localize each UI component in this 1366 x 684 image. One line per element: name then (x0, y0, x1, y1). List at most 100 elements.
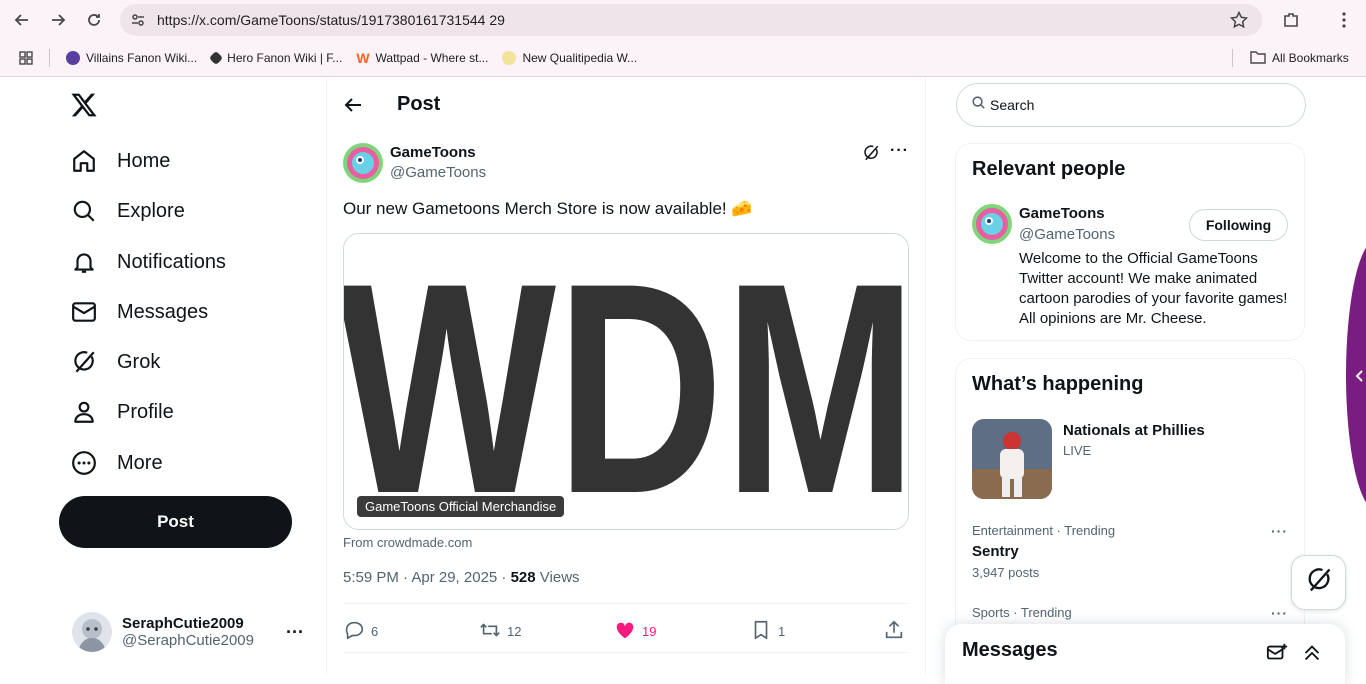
bookmark-item-villains[interactable]: Villains Fanon Wiki... (66, 51, 197, 65)
nav-more[interactable]: More (70, 443, 163, 483)
reply-count: 6 (371, 623, 379, 639)
nav-profile[interactable]: Profile (70, 392, 174, 432)
grok-explain-icon[interactable] (862, 144, 880, 167)
main-column: Post GameToons @GameToons ··· Our new Ga… (327, 78, 925, 674)
nav-notifications[interactable]: Notifications (70, 242, 226, 282)
all-bookmarks[interactable]: All Bookmarks (1250, 50, 1349, 67)
search-input[interactable]: Search (956, 83, 1306, 127)
tweet-actions: 6 12 19 1 (343, 611, 909, 651)
back-icon[interactable] (4, 2, 40, 38)
nav-messages[interactable]: Messages (70, 292, 208, 332)
card-image: WDM (344, 234, 909, 530)
card-title-label: GameToons Official Merchandise (357, 496, 565, 517)
page-title: Post (397, 93, 441, 115)
back-arrow-icon[interactable] (343, 95, 363, 120)
messages-drawer-title: Messages (962, 639, 1058, 661)
search-placeholder: Search (990, 97, 1035, 113)
nav-label: Profile (117, 400, 174, 423)
reload-icon[interactable] (76, 2, 112, 38)
post-button[interactable]: Post (59, 496, 292, 548)
tweet-text: Our new Gametoons Merch Store is now ava… (343, 199, 753, 218)
trend-live-badge: LIVE (1063, 443, 1092, 458)
bookmark-item-qualitipedia[interactable]: New Qualitipedia W... (502, 51, 637, 65)
tweet-timestamp[interactable]: 5:59 PM · Apr 29, 2025 · (343, 569, 511, 586)
grok-icon (70, 348, 98, 376)
like-button[interactable]: 19 (614, 619, 656, 644)
left-navigation: Home Explore Notifications Messages Grok… (0, 78, 326, 674)
tweet-author-name[interactable]: GameToons (390, 144, 476, 161)
account-switcher[interactable]: SeraphCutie2009 @SeraphCutie2009 ··· (72, 610, 312, 654)
nav-label: Home (117, 149, 171, 172)
link-card[interactable]: WDM GameToons Official Merchandise (343, 233, 909, 530)
url-text: https://x.com/GameToons/status/191738016… (157, 12, 505, 28)
bookmark-item-wattpad[interactable]: W Wattpad - Where st... (356, 50, 488, 66)
person-handle[interactable]: @GameToons (1019, 226, 1115, 243)
repost-count: 12 (507, 623, 522, 639)
like-count: 19 (642, 623, 657, 639)
bookmark-item-hero[interactable]: Hero Fanon Wiki | F... (209, 50, 342, 66)
home-icon (70, 147, 98, 175)
expand-up-icon[interactable] (1301, 642, 1323, 669)
more-horizontal-icon[interactable]: ··· (1271, 605, 1288, 621)
account-handle: @SeraphCutie2009 (122, 632, 254, 649)
tweet-meta: 5:59 PM · Apr 29, 2025 · 528 Views (343, 569, 580, 586)
trend-category: Sports · Trending (972, 605, 1072, 620)
more-circle-icon (70, 449, 98, 477)
more-horizontal-icon[interactable]: ··· (1271, 523, 1288, 539)
account-name: SeraphCutie2009 (122, 615, 244, 632)
tweet-avatar[interactable] (343, 143, 383, 183)
bell-icon (70, 248, 98, 276)
reply-button[interactable]: 6 (343, 619, 378, 644)
messages-drawer[interactable]: Messages (945, 624, 1345, 684)
nav-label: Explore (117, 199, 185, 222)
more-horizontal-icon[interactable]: ··· (890, 142, 909, 160)
villains-favicon-icon (66, 51, 80, 65)
bookmark-label: New Qualitipedia W... (522, 51, 638, 65)
trend-featured-title[interactable]: Nationals at Phillies (1063, 422, 1205, 439)
nav-home[interactable]: Home (70, 141, 170, 181)
grok-floating-button[interactable] (1291, 555, 1346, 610)
trend-category: Entertainment · Trending (972, 523, 1116, 538)
views-count: 528 (510, 569, 536, 586)
bookmark-icon (750, 619, 772, 644)
x-logo-icon[interactable] (70, 91, 100, 121)
forward-icon[interactable] (40, 2, 76, 38)
nav-label: Grok (117, 350, 161, 373)
bookmark-count: 1 (778, 623, 786, 639)
mail-icon (70, 298, 98, 326)
share-icon (883, 619, 905, 644)
search-icon (971, 95, 986, 115)
nav-label: More (117, 451, 163, 474)
new-message-icon[interactable] (1266, 642, 1288, 669)
following-button[interactable]: Following (1189, 209, 1288, 241)
panel-title: What’s happening (972, 373, 1144, 395)
nav-grok[interactable]: Grok (70, 342, 160, 382)
card-source[interactable]: From crowdmade.com (343, 535, 472, 550)
person-name[interactable]: GameToons (1019, 205, 1105, 222)
trend-name[interactable]: Sentry (972, 543, 1019, 560)
extensions-icon[interactable] (1282, 11, 1300, 34)
address-bar[interactable]: https://x.com/GameToons/status/191738016… (120, 4, 1262, 36)
bookmark-label: Villains Fanon Wiki... (86, 51, 198, 65)
person-bio: Welcome to the Official GameToons Twitte… (1019, 250, 1288, 327)
reply-icon (343, 619, 365, 644)
avatar[interactable] (972, 204, 1012, 244)
tweet-author-handle[interactable]: @GameToons (390, 164, 486, 181)
share-button[interactable] (883, 619, 905, 644)
bookmark-label: Wattpad - Where st... (375, 51, 489, 65)
nav-explore[interactable]: Explore (70, 191, 185, 231)
bookmark-star-icon[interactable] (1229, 10, 1249, 34)
repost-button[interactable]: 12 (479, 619, 521, 644)
apps-grid-icon[interactable] (19, 51, 33, 65)
more-horizontal-icon[interactable]: ··· (286, 622, 304, 643)
wattpad-favicon-icon: W (356, 50, 370, 66)
site-info-icon[interactable] (130, 12, 146, 33)
card-image-text: WDM (344, 234, 909, 530)
bookmark-button[interactable]: 1 (750, 619, 785, 644)
trend-thumbnail[interactable] (972, 419, 1052, 499)
repost-icon (479, 619, 501, 644)
folder-icon (1250, 50, 1266, 67)
person-icon (70, 398, 98, 426)
chevron-left-icon[interactable] (1354, 369, 1364, 388)
menu-kebab-icon[interactable] (1336, 11, 1352, 34)
